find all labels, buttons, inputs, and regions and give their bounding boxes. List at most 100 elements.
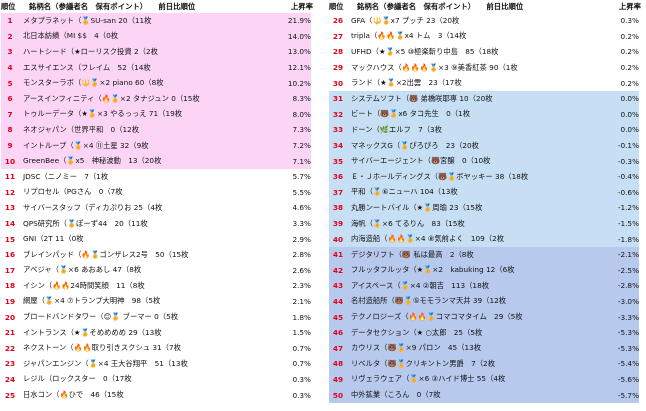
rate-cell: 1.8% (292, 312, 311, 322)
rate-cell: 5.5% (292, 187, 311, 197)
name-cell: エスサイエンス（フレイム 52（14枚 (23, 62, 151, 72)
ranking-screen: 順位 銘柄名（参議者名 保有ポイント） 前日比順位 上昇率 1 メタプラネット（🏅… (0, 0, 646, 411)
rate-cell: 0.2% (620, 63, 639, 73)
name-cell: カウリス（🐻🏅×9 パロン 45（13枚 (351, 343, 482, 353)
rate-cell: 8.3% (292, 94, 311, 104)
rate-cell: 0.2% (620, 78, 639, 88)
name-cell: マックハウス（🔥🔥🔥🏅×3 ⑨美香紅茶 90（1枚 (351, 62, 518, 72)
rank-cell: 41 (332, 250, 344, 260)
table-row: 29 マックハウス（🔥🔥🔥🏅×3 ⑨美香紅茶 90（1枚 0.2% (329, 60, 639, 76)
table-row: 15 GNI（2T 11（0枚 2.9% (1, 231, 311, 247)
rank-cell: 49 (332, 374, 344, 384)
rank-cell: 31 (332, 94, 344, 104)
rate-cell: -5.3% (617, 328, 639, 338)
name-cell: 海帆（🏅×6 てるりん 83（15枚 (351, 218, 465, 228)
rank-cell: 43 (332, 281, 344, 291)
name-cell: アベジャ（🏅×6 あおあし 47（8枚 (23, 265, 142, 275)
table-row: 44 名村造船所（🐻🏅⑤モモランマ天井 39（12枚 -3.0% (329, 293, 639, 310)
rate-cell: -3.3% (617, 312, 639, 322)
rank-cell: 10 (4, 156, 16, 166)
table-row: 43 アイスペース（🏅×4 ②朝吉 113（18枚 -2.8% (329, 278, 639, 294)
header-name: 銘柄名（参議者名 保有ポイント） 前日比順位 (29, 2, 196, 11)
rate-cell: 7.2% (292, 141, 311, 151)
table-row: 25 日水コン（🔥ひで 46（15枚 0.3% (1, 387, 311, 403)
rate-cell: 14.0% (287, 31, 311, 41)
name-cell: アースインフィニティ（🔥🏅×2 タナジュン 0（15枚 (23, 93, 200, 103)
rate-cell: -0.3% (617, 156, 639, 166)
name-cell: ネオジャパン（世界平和 0（12枚 (23, 124, 140, 134)
rate-cell: -5.3% (617, 343, 639, 353)
name-cell: 平和（🏅⑥ニューハ 104（13枚 (351, 187, 458, 197)
rank-cell: 7 (7, 109, 13, 119)
table-row: 22 ネクストーン（🔥🔥取り引きスクシュ 31（7枚 0.7% (1, 340, 311, 356)
name-cell: GreenBee（🏅x5 神秘波動 13（20枚 (23, 156, 162, 166)
rank-cell: 42 (332, 265, 344, 275)
table-row: 1 メタプラネット（🏅SU-san 20（11枚 21.9% (1, 13, 311, 29)
table-row: 42 フルッタフルッタ（★🏅×2 kabuking 12（6枚 -2.5% (329, 262, 639, 279)
header-name: 銘柄名（参議者名 保有ポイント） 前日比順位 (357, 2, 524, 11)
table-row: 7 トゥルーデータ（★🏅×3 やるっっえ 71（19枚 8.0% (1, 106, 311, 123)
name-cell: データセクション（★ ○太郎 25（5枚 (351, 327, 483, 337)
rank-cell: 23 (4, 359, 16, 369)
rank-cell: 25 (4, 390, 16, 400)
rate-cell: 3.3% (292, 219, 311, 229)
rank-cell: 21 (4, 328, 16, 338)
name-cell: Ｅ・Ｊホールディングス（🐻🏅ボヤッキー 38（18枚 (351, 171, 529, 181)
rank-cell: 45 (332, 312, 344, 322)
rate-cell: 5.7% (292, 172, 311, 182)
table-header: 順位 銘柄名（参議者名 保有ポイント） 前日比順位 上昇率 (329, 0, 641, 13)
rate-cell: -1.8% (617, 234, 639, 244)
name-cell: メタプラネット（🏅SU-san 20（11枚 (23, 15, 152, 25)
rate-cell: 1.5% (292, 328, 311, 338)
header-rate: 上昇率 (618, 2, 641, 11)
table-row: 37 平和（🏅⑥ニューハ 104（13枚 -0.6% (329, 184, 639, 201)
rank-cell: 11 (4, 172, 16, 182)
table-header: 順位 銘柄名（参議者名 保有ポイント） 前日比順位 上昇率 (1, 0, 313, 13)
table-row: 13 サイバースタッフ（ディカぷりお 25（4枚 4.6% (1, 200, 311, 216)
rank-cell: 29 (332, 63, 344, 73)
name-cell: 内海造船（🔥🔥🏅×4 ⑧気前よく 109（2枚 (351, 234, 505, 244)
table-row: 26 GFA（🔱🏅x7 プッチ 23（20枚 0.3% (329, 13, 639, 29)
table-row: 23 ジャパンエンジン（🏅×4 王大谷翔平 51（13枚 0.7% (1, 356, 311, 372)
table-body: 26 GFA（🔱🏅x7 プッチ 23（20枚 0.3% 27 tripla（🔥🔥🏅x4 … (329, 13, 639, 403)
name-cell: UFHD（★🏅×5 ⑩極楽斬り中島 85（18枚 (351, 46, 499, 56)
rate-cell: 0.3% (292, 374, 311, 384)
rate-cell: -2.5% (617, 265, 639, 275)
name-cell: トゥルーデータ（★🏅×3 やるっっえ 71（19枚 (23, 109, 183, 119)
ranking-table-right: 順位 銘柄名（参議者名 保有ポイント） 前日比順位 上昇率 26 GFA（🔱🏅x7… (329, 0, 641, 403)
rank-cell: 27 (332, 31, 344, 41)
table-row: 41 デジタリフト（🐻 私は最高 2（8枚 -2.1% (329, 246, 639, 263)
name-cell: サイバースタッフ（ディカぷりお 25（4枚 (23, 202, 163, 212)
name-cell: 北日本紡績（MI $$ 4（0枚 (23, 31, 119, 41)
name-cell: アイスペース（🏅×4 ②朝吉 113（18枚 (351, 280, 490, 290)
rank-cell: 20 (4, 312, 16, 322)
rank-cell: 48 (332, 359, 344, 369)
rate-cell: 13.0% (287, 47, 311, 57)
rank-cell: 38 (332, 203, 344, 213)
name-cell: GNI（2T 11（0枚 (23, 234, 84, 244)
rank-cell: 33 (332, 125, 344, 135)
table-row: 9 イントループ（🏅×4 ⑪土星 32（9枚 7.2% (1, 137, 311, 154)
rate-cell: -0.4% (617, 172, 639, 182)
rate-cell: -3.0% (617, 296, 639, 306)
rate-cell: -0.1% (617, 141, 639, 151)
rate-cell: 0.0% (620, 125, 639, 135)
table-row: 38 丸勝ンートバイル（★🏅周瑜 23（15枚 -1.2% (329, 200, 639, 216)
header-rank: 順位 (329, 1, 344, 11)
table-row: 11 JDSC（ニノミー 7（1枚 5.7% (1, 169, 311, 185)
rank-cell: 47 (332, 343, 344, 353)
header-rate: 上昇率 (290, 2, 313, 11)
name-cell: イシン（🔥🔥24時間笑顔 11（8枚 (23, 280, 145, 290)
name-cell: マネックスG（🏅ぴろぴろ 23（20枚 (351, 140, 479, 150)
table-row: 21 イントランス（★🏅そめめめめ 29（13枚 1.5% (1, 325, 311, 341)
rank-cell: 37 (332, 187, 344, 197)
table-row: 39 海帆（🏅×6 てるりん 83（15枚 -1.5% (329, 215, 639, 232)
rank-cell: 3 (7, 47, 13, 57)
rate-cell: 2.3% (292, 281, 311, 291)
rank-cell: 22 (4, 343, 16, 353)
name-cell: リヴェラウェア（🏅×6 ③ハイド博士 55（4枚 (351, 374, 506, 384)
rank-cell: 36 (332, 172, 344, 182)
rate-cell: 0.7% (292, 359, 311, 369)
rate-cell: 0.0% (620, 109, 639, 119)
name-cell: 丸勝ンートバイル（★🏅周瑜 23（15枚 (351, 202, 483, 212)
